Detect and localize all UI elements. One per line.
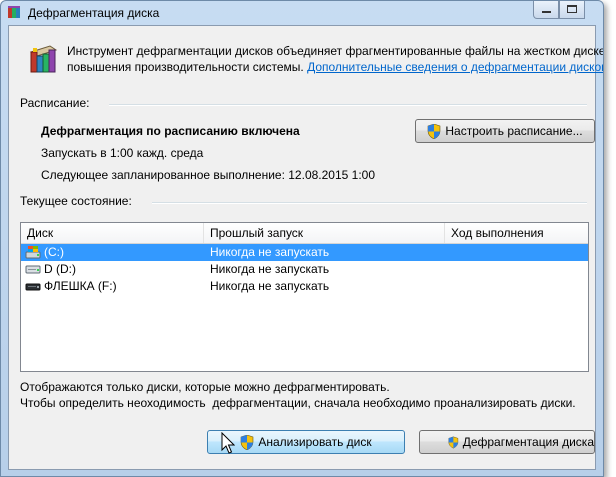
- intro-text: Инструмент дефрагментации дисков объедин…: [67, 43, 604, 75]
- disk-row-c[interactable]: (C:) Никогда не запускать: [21, 244, 588, 261]
- client-area: Инструмент дефрагментации дисков объедин…: [8, 25, 604, 470]
- defragment-disk-label: Дефрагментация диска: [462, 435, 594, 449]
- intro-line-1: Инструмент дефрагментации дисков объедин…: [67, 44, 604, 58]
- disk-name: ФЛЕШКА (F:): [44, 279, 117, 293]
- minimize-button[interactable]: [533, 1, 559, 19]
- disk-list-header: Диск Прошлый запуск Ход выполнения: [21, 223, 588, 244]
- note-analyze-first: Чтобы определить неоходимость дефрагмент…: [20, 396, 576, 410]
- title-bar[interactable]: Дефрагментация диска: [1, 1, 603, 25]
- configure-schedule-button[interactable]: Настроить расписание...: [415, 119, 595, 143]
- analyze-disk-label: Анализировать диск: [258, 435, 372, 449]
- schedule-run-info: Запускать в 1:00 кажд. среда: [41, 146, 204, 160]
- maximize-button[interactable]: [559, 1, 585, 19]
- disk-name: D (D:): [44, 262, 76, 276]
- schedule-divider: [109, 104, 587, 106]
- intro-line-2: повышения производительности системы.: [67, 60, 304, 74]
- uac-shield-icon: [428, 123, 441, 139]
- usb-drive-icon: [25, 283, 41, 291]
- current-state-divider: [152, 202, 587, 204]
- defragment-disk-button[interactable]: Дефрагментация диска: [419, 430, 595, 454]
- window-title: Дефрагментация диска: [28, 6, 160, 20]
- column-header-progress[interactable]: Ход выполнения: [445, 223, 588, 243]
- current-state-label: Текущее состояние:: [20, 194, 132, 208]
- more-info-link[interactable]: Дополнительные сведения о дефрагментации…: [307, 60, 603, 74]
- schedule-status: Дефрагментация по расписанию включена: [41, 124, 300, 138]
- disk-list[interactable]: Диск Прошлый запуск Ход выполнения (C:) …: [20, 222, 589, 372]
- hard-drive-icon: [25, 265, 41, 274]
- disk-row-f[interactable]: ФЛЕШКА (F:) Никогда не запускать: [21, 278, 588, 295]
- note-defragmentable: Отображаются только диски, которые можно…: [20, 380, 390, 394]
- minimize-icon: [542, 11, 551, 13]
- analyze-disk-button[interactable]: Анализировать диск: [207, 430, 405, 454]
- uac-shield-icon: [448, 436, 459, 448]
- defrag-window: Дефрагментация диска Инструмент дефрагме…: [0, 0, 604, 477]
- disk-last-run: Никогда не запускать: [210, 245, 330, 259]
- disk-name: (C:): [44, 245, 64, 259]
- column-header-disk[interactable]: Диск: [21, 223, 204, 243]
- mouse-cursor-icon: [221, 432, 235, 454]
- configure-schedule-label: Настроить расписание...: [445, 124, 583, 138]
- schedule-label: Расписание:: [20, 96, 90, 110]
- next-run-info: Следующее запланированное выполнение: 12…: [41, 168, 376, 182]
- defrag-tool-icon: [29, 45, 58, 73]
- disk-row-d[interactable]: D (D:) Никогда не запускать: [21, 261, 588, 278]
- uac-shield-icon: [241, 434, 254, 450]
- disk-last-run: Никогда не запускать: [210, 279, 330, 293]
- system-drive-icon: [25, 246, 41, 259]
- defrag-app-icon: [8, 6, 20, 18]
- maximize-icon: [567, 5, 577, 13]
- column-header-last-run[interactable]: Прошлый запуск: [204, 223, 445, 243]
- disk-last-run: Никогда не запускать: [210, 262, 330, 276]
